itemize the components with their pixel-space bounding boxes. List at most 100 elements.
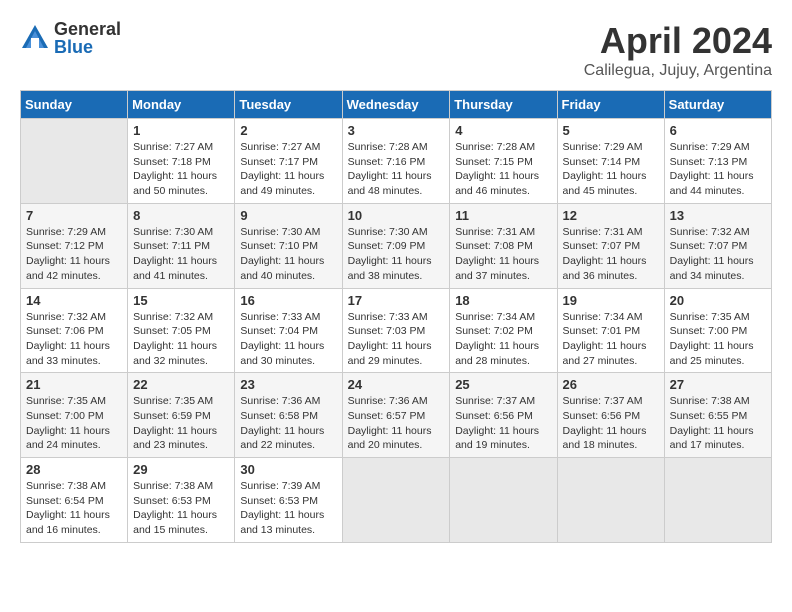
table-row: 4Sunrise: 7:28 AM Sunset: 7:15 PM Daylig… [450, 119, 557, 204]
logo: General Blue [20, 20, 121, 56]
logo-blue: Blue [54, 38, 121, 56]
header-wednesday: Wednesday [342, 91, 450, 119]
day-number: 6 [670, 123, 766, 138]
day-number: 14 [26, 293, 122, 308]
day-info: Sunrise: 7:38 AM Sunset: 6:54 PM Dayligh… [26, 479, 122, 538]
table-row: 16 Sunrise: 7:33 AM Sunset: 7:04 PM Dayli… [235, 288, 342, 373]
day-number: 11 [455, 208, 551, 223]
day-info: Sunrise: 7:32 AM Sunset: 7:06 PM Dayligh… [26, 310, 122, 369]
table-row: 23 Sunrise: 7:36 AM Sunset: 6:58 PM Dayli… [235, 373, 342, 458]
table-row: 5Sunrise: 7:29 AM Sunset: 7:14 PM Daylig… [557, 119, 664, 204]
day-number: 18 [455, 293, 551, 308]
day-number: 26 [563, 377, 659, 392]
day-number: 4 [455, 123, 551, 138]
day-number: 16 [240, 293, 336, 308]
logo-text: General Blue [54, 20, 121, 56]
day-number: 13 [670, 208, 766, 223]
day-number: 12 [563, 208, 659, 223]
day-number: 2 [240, 123, 336, 138]
table-row: 15 Sunrise: 7:32 AM Sunset: 7:05 PM Dayli… [128, 288, 235, 373]
table-row: 27 Sunrise: 7:38 AM Sunset: 6:55 PM Dayli… [664, 373, 771, 458]
table-row: 28 Sunrise: 7:38 AM Sunset: 6:54 PM Dayli… [21, 458, 128, 543]
location-subtitle: Calilegua, Jujuy, Argentina [584, 62, 772, 80]
table-row: 1 Sunrise: 7:27 AM Sunset: 7:18 PM Daylig… [128, 119, 235, 204]
day-info: Sunrise: 7:34 AM Sunset: 7:02 PM Dayligh… [455, 310, 551, 369]
table-row: 13 Sunrise: 7:32 AM Sunset: 7:07 PM Dayli… [664, 203, 771, 288]
day-number: 15 [133, 293, 229, 308]
day-info: Sunrise: 7:37 AM Sunset: 6:56 PM Dayligh… [455, 394, 551, 453]
day-info: Sunrise: 7:38 AM Sunset: 6:53 PM Dayligh… [133, 479, 229, 538]
day-number: 30 [240, 462, 336, 477]
table-row [557, 458, 664, 543]
table-row: 6 Sunrise: 7:29 AM Sunset: 7:13 PM Daylig… [664, 119, 771, 204]
day-info: Sunrise: 7:33 AM Sunset: 7:04 PM Dayligh… [240, 310, 336, 369]
day-number: 19 [563, 293, 659, 308]
header-tuesday: Tuesday [235, 91, 342, 119]
table-row [450, 458, 557, 543]
day-info: Sunrise: 7:38 AM Sunset: 6:55 PM Dayligh… [670, 394, 766, 453]
calendar-table: Sunday Monday Tuesday Wednesday Thursday… [20, 90, 772, 543]
day-info: Sunrise: 7:28 AM Sunset: 7:16 PM Dayligh… [348, 140, 445, 199]
table-row: 12 Sunrise: 7:31 AM Sunset: 7:07 PM Dayli… [557, 203, 664, 288]
table-row: 21 Sunrise: 7:35 AM Sunset: 7:00 PM Dayli… [21, 373, 128, 458]
header-saturday: Saturday [664, 91, 771, 119]
day-info: Sunrise: 7:35 AM Sunset: 7:00 PM Dayligh… [670, 310, 766, 369]
table-row [21, 119, 128, 204]
table-row [664, 458, 771, 543]
table-row: 3 Sunrise: 7:28 AM Sunset: 7:16 PM Daylig… [342, 119, 450, 204]
day-number: 27 [670, 377, 766, 392]
day-number: 20 [670, 293, 766, 308]
day-info: Sunrise: 7:36 AM Sunset: 6:58 PM Dayligh… [240, 394, 336, 453]
table-row: 14 Sunrise: 7:32 AM Sunset: 7:06 PM Dayli… [21, 288, 128, 373]
table-row: 19 Sunrise: 7:34 AM Sunset: 7:01 PM Dayli… [557, 288, 664, 373]
calendar-week-row: 28 Sunrise: 7:38 AM Sunset: 6:54 PM Dayli… [21, 458, 772, 543]
header-sunday: Sunday [21, 91, 128, 119]
table-row: 2Sunrise: 7:27 AM Sunset: 7:17 PM Daylig… [235, 119, 342, 204]
calendar-week-row: 14 Sunrise: 7:32 AM Sunset: 7:06 PM Dayli… [21, 288, 772, 373]
calendar-week-row: 21 Sunrise: 7:35 AM Sunset: 7:00 PM Dayli… [21, 373, 772, 458]
table-row: 18 Sunrise: 7:34 AM Sunset: 7:02 PM Dayli… [450, 288, 557, 373]
day-number: 10 [348, 208, 445, 223]
day-info: Sunrise: 7:30 AM Sunset: 7:11 PM Dayligh… [133, 225, 229, 284]
day-info: Sunrise: 7:29 AM Sunset: 7:13 PM Dayligh… [670, 140, 766, 199]
day-info: Sunrise: 7:32 AM Sunset: 7:05 PM Dayligh… [133, 310, 229, 369]
day-info: Sunrise: 7:32 AM Sunset: 7:07 PM Dayligh… [670, 225, 766, 284]
page-header: General Blue April 2024 Calilegua, Jujuy… [20, 20, 772, 80]
table-row: 25 Sunrise: 7:37 AM Sunset: 6:56 PM Dayli… [450, 373, 557, 458]
table-row: 11 Sunrise: 7:31 AM Sunset: 7:08 PM Dayli… [450, 203, 557, 288]
month-title: April 2024 [584, 20, 772, 62]
day-number: 5 [563, 123, 659, 138]
day-number: 21 [26, 377, 122, 392]
title-block: April 2024 Calilegua, Jujuy, Argentina [584, 20, 772, 80]
table-row: 22Sunrise: 7:35 AM Sunset: 6:59 PM Dayli… [128, 373, 235, 458]
day-info: Sunrise: 7:35 AM Sunset: 6:59 PM Dayligh… [133, 394, 229, 453]
table-row: 8 Sunrise: 7:30 AM Sunset: 7:11 PM Daylig… [128, 203, 235, 288]
day-number: 28 [26, 462, 122, 477]
day-number: 3 [348, 123, 445, 138]
day-info: Sunrise: 7:35 AM Sunset: 7:00 PM Dayligh… [26, 394, 122, 453]
table-row: 7 Sunrise: 7:29 AM Sunset: 7:12 PM Daylig… [21, 203, 128, 288]
day-info: Sunrise: 7:31 AM Sunset: 7:07 PM Dayligh… [563, 225, 659, 284]
day-info: Sunrise: 7:34 AM Sunset: 7:01 PM Dayligh… [563, 310, 659, 369]
table-row: 24Sunrise: 7:36 AM Sunset: 6:57 PM Dayli… [342, 373, 450, 458]
day-number: 23 [240, 377, 336, 392]
logo-general: General [54, 20, 121, 38]
day-info: Sunrise: 7:30 AM Sunset: 7:10 PM Dayligh… [240, 225, 336, 284]
calendar-week-row: 1 Sunrise: 7:27 AM Sunset: 7:18 PM Daylig… [21, 119, 772, 204]
day-info: Sunrise: 7:27 AM Sunset: 7:18 PM Dayligh… [133, 140, 229, 199]
day-number: 8 [133, 208, 229, 223]
day-info: Sunrise: 7:29 AM Sunset: 7:12 PM Dayligh… [26, 225, 122, 284]
day-number: 7 [26, 208, 122, 223]
header-friday: Friday [557, 91, 664, 119]
day-number: 1 [133, 123, 229, 138]
day-info: Sunrise: 7:31 AM Sunset: 7:08 PM Dayligh… [455, 225, 551, 284]
logo-icon [20, 23, 50, 53]
header-thursday: Thursday [450, 91, 557, 119]
table-row: 17Sunrise: 7:33 AM Sunset: 7:03 PM Dayli… [342, 288, 450, 373]
table-row: 29Sunrise: 7:38 AM Sunset: 6:53 PM Dayli… [128, 458, 235, 543]
day-number: 25 [455, 377, 551, 392]
calendar-header-row: Sunday Monday Tuesday Wednesday Thursday… [21, 91, 772, 119]
table-row: 20 Sunrise: 7:35 AM Sunset: 7:00 PM Dayli… [664, 288, 771, 373]
day-info: Sunrise: 7:30 AM Sunset: 7:09 PM Dayligh… [348, 225, 445, 284]
header-monday: Monday [128, 91, 235, 119]
